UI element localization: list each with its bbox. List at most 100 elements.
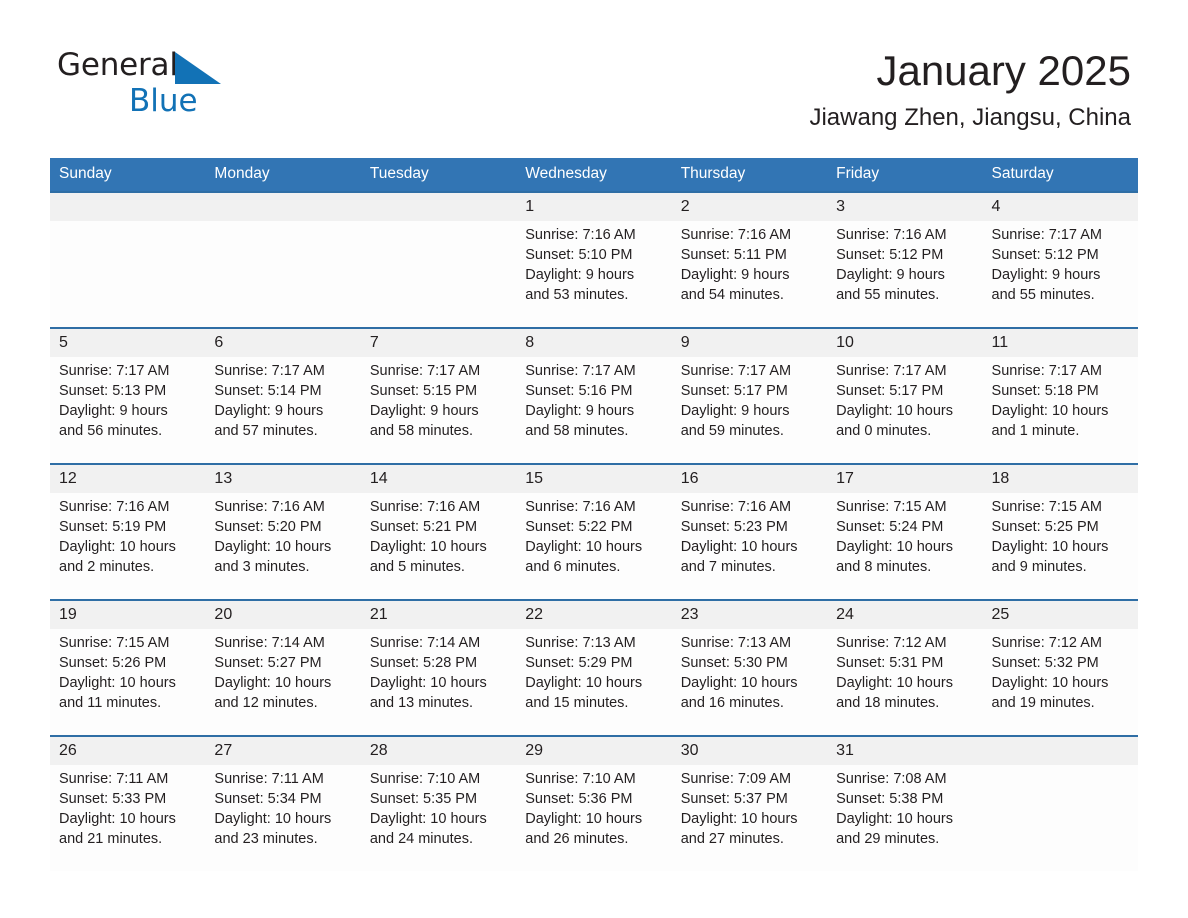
day-number[interactable]: 25 [982,599,1138,629]
day-number[interactable]: 1 [516,191,672,221]
sunrise-text: Sunrise: 7:08 AM [836,771,947,787]
daylight-text-cont: and 13 minutes. [369,695,474,711]
sunrise-text: Sunrise: 7:15 AM [836,499,947,515]
calendar-body: 1 2 3 4 Sunrise: 7:16 AM Sunset: 5:10 PM Dayli… [50,191,1138,871]
day-detail: Sunrise: 7:17 AM Sunset: 5:13 PM Daylight:… [50,357,206,464]
day-number[interactable]: 20 [205,599,361,629]
day-number[interactable]: 16 [671,463,828,493]
sunset-text: Sunset: 5:12 PM [836,247,944,263]
sunset-text: Sunset: 5:18 PM [991,383,1099,399]
sunrise-text: Sunrise: 7:17 AM [836,363,947,379]
sunset-text: Sunset: 5:19 PM [59,519,167,535]
day-number[interactable]: 28 [360,735,517,765]
sunset-text: Sunset: 5:33 PM [59,791,167,807]
week-detail-row: Sunrise: 7:11 AM Sunset: 5:33 PM Daylight:… [50,765,1138,871]
day-number[interactable]: 22 [516,599,672,629]
sunset-text: Sunset: 5:36 PM [525,791,633,807]
sunrise-text: Sunrise: 7:17 AM [680,363,792,379]
daylight-text-cont: and 29 minutes. [836,831,940,847]
day-number[interactable]: 11 [982,327,1138,357]
day-number[interactable]: 18 [982,463,1138,493]
week-daynumber-row: 19 20 21 22 23 24 25 [50,599,1138,629]
day-number[interactable]: 4 [982,191,1138,221]
daylight-text: Daylight: 10 hours [836,403,953,419]
daylight-text-cont: and 16 minutes. [680,695,784,711]
sunrise-text: Sunrise: 7:17 AM [991,363,1102,379]
daylight-text-cont: and 58 minutes. [369,423,474,439]
day-number[interactable]: 19 [50,599,206,629]
day-detail: Sunrise: 7:14 AM Sunset: 5:28 PM Daylight:… [360,629,517,736]
day-detail: Sunrise: 7:16 AM Sunset: 5:21 PM Daylight:… [360,493,517,600]
day-cell-empty [982,735,1138,765]
day-number[interactable]: 31 [827,735,983,765]
daylight-text: Daylight: 10 hours [369,675,487,691]
sunrise-text: Sunrise: 7:13 AM [525,635,636,651]
day-number[interactable]: 2 [671,191,828,221]
daylight-text-cont: and 56 minutes. [59,423,163,439]
day-detail: Sunrise: 7:16 AM Sunset: 5:20 PM Daylight:… [205,493,361,600]
day-number[interactable]: 6 [205,327,361,357]
sunrise-text: Sunrise: 7:16 AM [836,227,947,243]
page-header: General Blue January 2025 Jiawang Zhen, … [0,0,1188,131]
day-number[interactable]: 29 [516,735,672,765]
week-daynumber-row: 1234 [50,191,1138,221]
day-number[interactable]: 5 [50,327,206,357]
sunset-text: Sunset: 5:10 PM [525,247,633,263]
sunrise-text: Sunrise: 7:17 AM [525,363,636,379]
sunset-text: Sunset: 5:32 PM [991,655,1099,671]
daylight-text: Daylight: 10 hours [836,675,953,691]
daylight-text: Daylight: 9 hours [680,267,790,283]
day-number[interactable]: 15 [516,463,672,493]
daylight-text-cont: and 19 minutes. [991,695,1095,711]
daylight-text: Daylight: 9 hours [991,267,1101,283]
day-number[interactable]: 7 [360,327,517,357]
day-number[interactable]: 12 [50,463,206,493]
daylight-text: Daylight: 10 hours [214,675,332,691]
sunset-text: Sunset: 5:24 PM [836,519,944,535]
day-detail: Sunrise: 7:09 AM Sunset: 5:37 PM Daylight:… [671,765,828,871]
day-number[interactable]: 26 [50,735,206,765]
day-number[interactable]: 13 [205,463,361,493]
sunset-text: Sunset: 5:23 PM [680,519,788,535]
day-detail-empty [360,221,517,328]
day-number[interactable]: 23 [671,599,828,629]
sunrise-text: Sunrise: 7:14 AM [214,635,325,651]
sunset-text: Sunset: 5:13 PM [59,383,167,399]
day-number[interactable]: 21 [360,599,517,629]
sunset-text: Sunset: 5:25 PM [991,519,1099,535]
day-number[interactable]: 24 [827,599,983,629]
day-detail-empty [982,765,1138,871]
sunrise-text: Sunrise: 7:15 AM [991,499,1102,515]
day-number[interactable]: 27 [205,735,361,765]
sunrise-text: Sunrise: 7:16 AM [214,499,325,515]
day-number[interactable]: 30 [671,735,828,765]
daylight-text-cont: and 58 minutes. [525,423,629,439]
day-detail: Sunrise: 7:17 AM Sunset: 5:15 PM Daylight:… [360,357,517,464]
day-number[interactable]: 3 [827,191,983,221]
sunrise-text: Sunrise: 7:16 AM [680,499,792,515]
sunset-text: Sunset: 5:17 PM [836,383,944,399]
daylight-text: Daylight: 10 hours [59,539,176,555]
day-detail: Sunrise: 7:11 AM Sunset: 5:34 PM Daylight:… [205,765,361,871]
logo-text-general: General [57,47,178,83]
daylight-text: Daylight: 10 hours [991,403,1109,419]
day-number[interactable]: 10 [827,327,983,357]
day-detail: Sunrise: 7:15 AM Sunset: 5:24 PM Daylight:… [827,493,983,600]
daylight-text: Daylight: 9 hours [836,267,945,283]
daylight-text-cont: and 55 minutes. [836,287,940,303]
week-daynumber-row: 12 13 14 15 16 17 18 [50,463,1138,493]
daylight-text: Daylight: 10 hours [680,675,798,691]
day-number[interactable]: 9 [671,327,828,357]
calendar-header-row: Sunday Monday Tuesday Wednesday Thursday… [50,158,1138,192]
daylight-text: Daylight: 10 hours [59,675,176,691]
day-number[interactable]: 8 [516,327,672,357]
day-cell-empty [205,191,361,221]
day-detail: Sunrise: 7:10 AM Sunset: 5:35 PM Daylight:… [360,765,517,871]
day-number[interactable]: 17 [827,463,983,493]
sunset-text: Sunset: 5:20 PM [214,519,322,535]
day-cell-empty [50,191,206,221]
daylight-text: Daylight: 9 hours [680,403,790,419]
week-daynumber-row: 26 27 28 29 30 31 [50,735,1138,765]
sunrise-text: Sunrise: 7:16 AM [369,499,481,515]
day-number[interactable]: 14 [360,463,517,493]
